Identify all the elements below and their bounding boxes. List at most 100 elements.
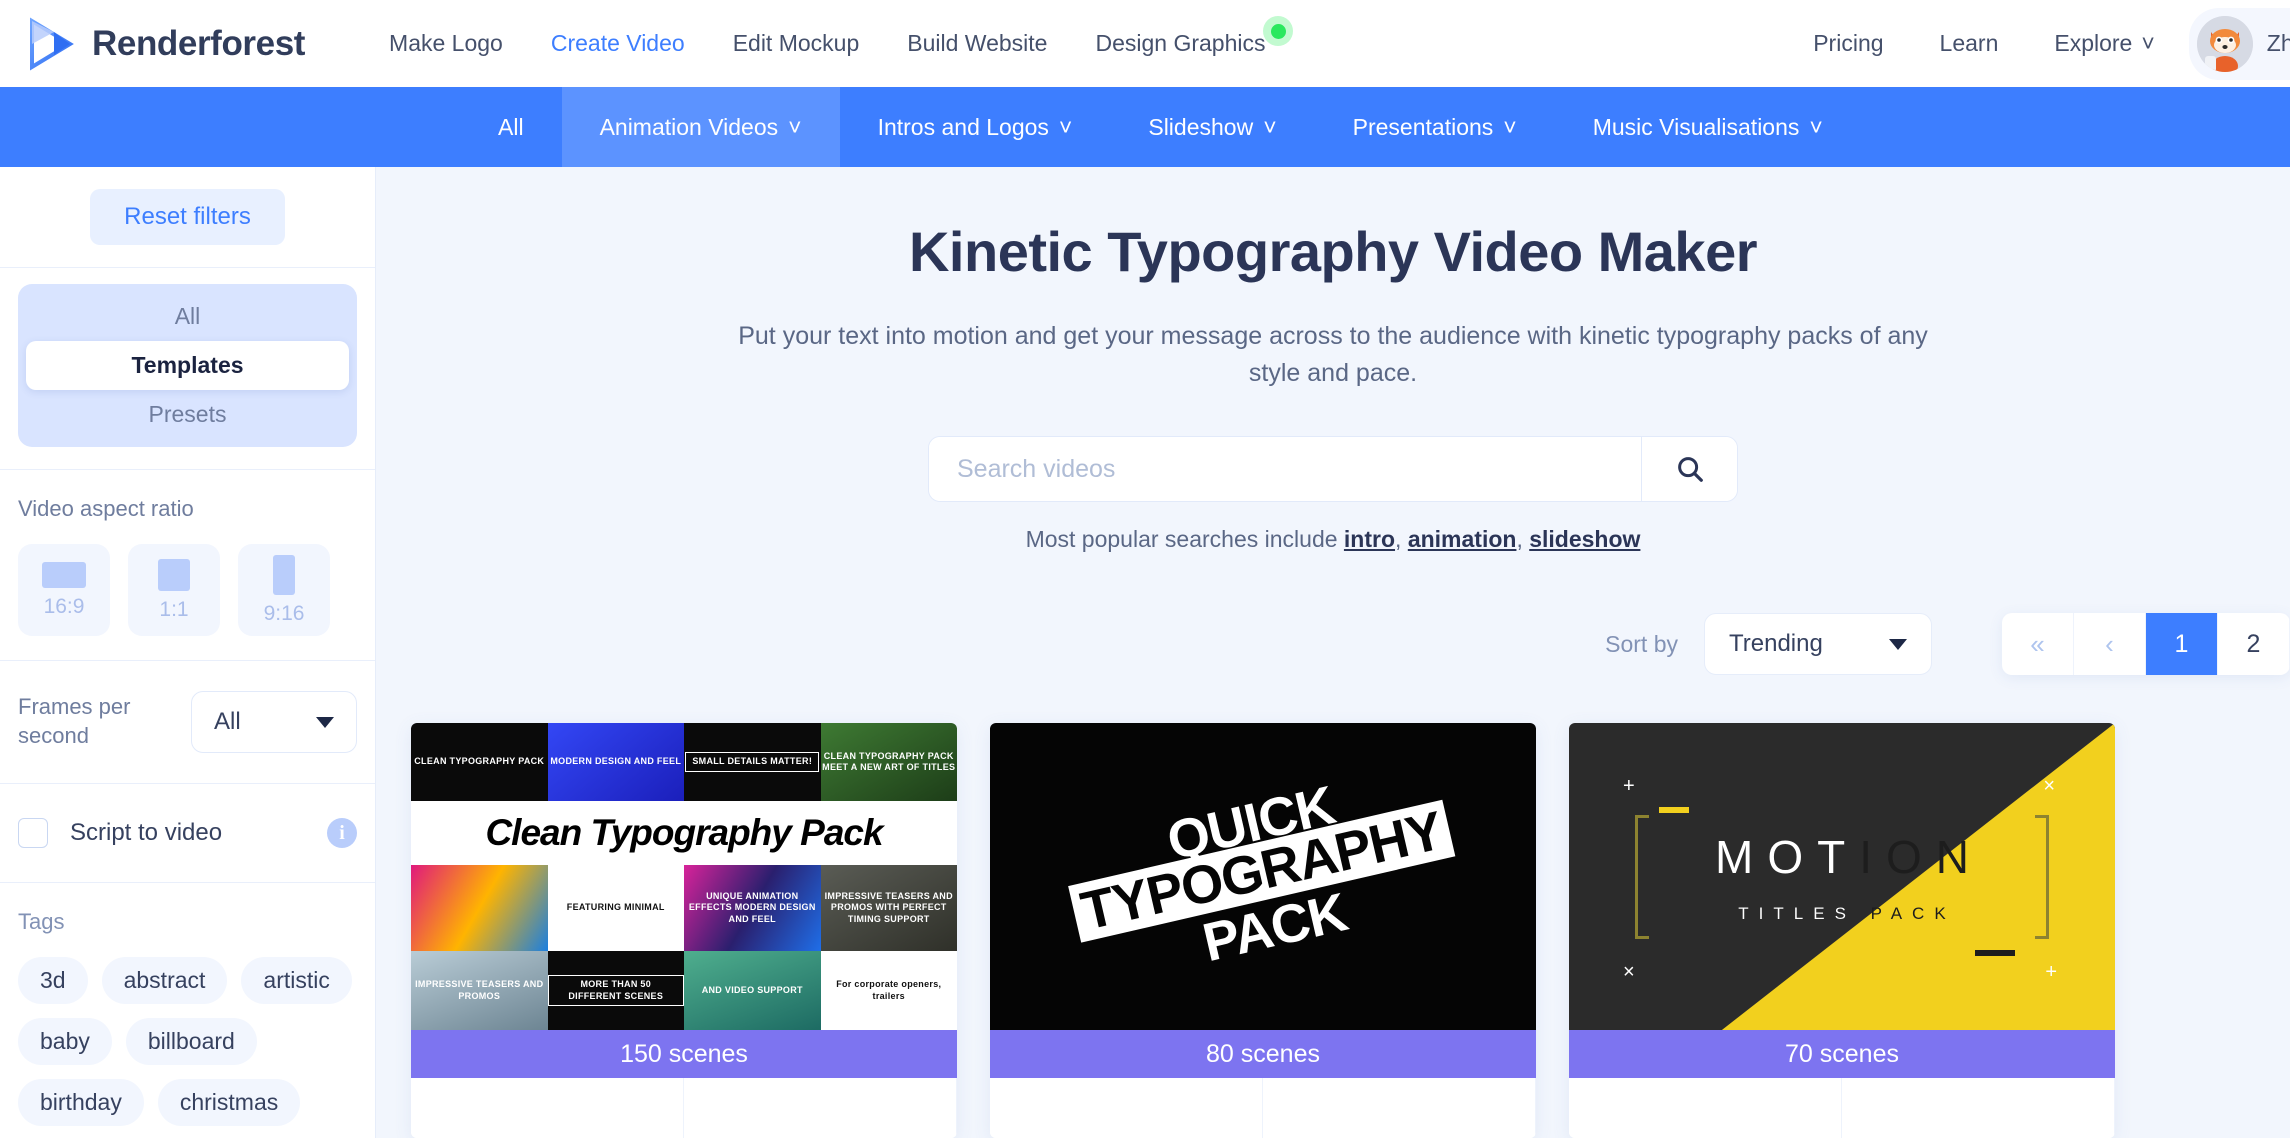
- tag-3d[interactable]: 3d: [18, 957, 88, 1004]
- subnav-all-label: All: [498, 113, 524, 140]
- segment-presets[interactable]: Presets: [26, 390, 349, 439]
- rect-landscape-icon: [42, 561, 86, 588]
- tag-billboard[interactable]: billboard: [125, 1018, 257, 1065]
- info-icon[interactable]: i: [327, 818, 357, 848]
- popular-link-intro[interactable]: intro: [1344, 526, 1395, 552]
- subnav-intros-and-logos-label: Intros and Logos: [877, 113, 1049, 140]
- page-subtitle: Put your text into motion and get your m…: [738, 322, 1928, 387]
- collage-tile-text: AND VIDEO SUPPORT: [701, 984, 803, 995]
- nav-make-logo[interactable]: Make Logo: [365, 30, 527, 57]
- card-footer: [411, 1078, 957, 1138]
- fps-filter: Frames per second All: [0, 661, 375, 783]
- sort-by-value: Trending: [1729, 630, 1823, 657]
- nav-edit-mockup[interactable]: Edit Mockup: [709, 30, 884, 57]
- aspect-ratio-16-9[interactable]: 16:9: [18, 544, 110, 636]
- subnav-presentations-label: Presentations: [1352, 113, 1494, 140]
- subnav-all[interactable]: All: [460, 87, 562, 167]
- collage-tile-text: IMPRESSIVE TEASERS AND PROMOS: [415, 979, 544, 1001]
- account-name: Zhang: [2266, 30, 2290, 56]
- nav-pricing[interactable]: Pricing: [1785, 30, 1911, 57]
- pagination-prev[interactable]: ‹: [2074, 613, 2146, 675]
- aspect-ratio-9-16-label: 9:16: [263, 601, 305, 625]
- main-content: Kinetic Typography Video Maker Put your …: [376, 167, 2290, 1138]
- template-card[interactable]: CLEAN TYPOGRAPHY PACK MODERN DESIGN AND …: [411, 723, 957, 1138]
- nav-design-graphics-label: Design Graphics: [1095, 30, 1266, 56]
- scenes-count-badge: 70 scenes: [1569, 1030, 2115, 1078]
- pagination-page-2[interactable]: 2: [2218, 613, 2290, 675]
- collage-tile-text: IMPRESSIVE TEASERS AND PROMOS WITH PERFE…: [824, 891, 953, 924]
- tag-abstract[interactable]: abstract: [101, 957, 228, 1004]
- collage-title-band: Clean Typography Pack: [411, 801, 957, 865]
- sort-by-select[interactable]: Trending: [1704, 613, 1932, 675]
- motion-sub-text: TITLES PACK: [1728, 904, 1955, 924]
- nav-learn[interactable]: Learn: [1912, 30, 2027, 57]
- popular-link-animation[interactable]: animation: [1408, 526, 1517, 552]
- chevron-down-icon: ˅: [1809, 113, 1823, 140]
- segment-templates[interactable]: Templates: [26, 341, 349, 390]
- card-footer-right: [1263, 1078, 1536, 1138]
- nav-create-video[interactable]: Create Video: [527, 30, 709, 57]
- card-footer-left: [990, 1078, 1263, 1138]
- nav-explore-label: Explore: [2054, 30, 2133, 56]
- top-header: Renderforest Make Logo Create Video Edit…: [0, 0, 2290, 87]
- script-to-video-filter[interactable]: Script to video i: [0, 784, 375, 882]
- popular-prefix: Most popular searches include: [1025, 526, 1344, 552]
- script-to-video-checkbox[interactable]: [18, 818, 48, 848]
- fps-select[interactable]: All: [191, 691, 357, 753]
- popular-link-slideshow[interactable]: slideshow: [1529, 526, 1640, 552]
- avatar: [2196, 15, 2253, 72]
- aspect-ratio-9-16[interactable]: 9:16: [238, 544, 330, 636]
- segment-all[interactable]: All: [26, 292, 349, 341]
- search-button[interactable]: [1641, 437, 1737, 501]
- collage-tile-text: CLEAN TYPOGRAPHY PACK MEET A NEW ART OF …: [822, 750, 956, 772]
- search-area: [376, 436, 2290, 502]
- tag-christmas[interactable]: christmas: [157, 1079, 301, 1126]
- subnav-slideshow-label: Slideshow: [1148, 113, 1254, 140]
- motion-titles-preview: + × × + MOTION TITLES PACK: [1569, 723, 2115, 1030]
- tags-title: Tags: [18, 909, 65, 934]
- scenes-count-badge: 80 scenes: [990, 1030, 1536, 1078]
- template-thumbnail: CLEAN TYPOGRAPHY PACK MODERN DESIGN AND …: [411, 723, 957, 1030]
- template-thumbnail: + × × + MOTION TITLES PACK: [1569, 723, 2115, 1030]
- scenes-count-badge: 150 scenes: [411, 1030, 957, 1078]
- search-input[interactable]: [929, 437, 1641, 501]
- chevron-down-icon: ˅: [1503, 113, 1517, 140]
- main-nav: Make Logo Create Video Edit Mockup Build…: [365, 16, 1294, 57]
- nav-design-graphics[interactable]: Design Graphics: [1071, 16, 1294, 57]
- collage-tile-text: For corporate openers, trailers: [836, 979, 942, 1001]
- category-subnav: All Animation Videos ˅ Intros and Logos …: [0, 73, 2290, 167]
- subnav-intros-and-logos[interactable]: Intros and Logos ˅: [840, 87, 1111, 167]
- subnav-presentations[interactable]: Presentations ˅: [1315, 87, 1555, 167]
- card-footer-right: [1842, 1078, 2115, 1138]
- tag-artistic[interactable]: artistic: [241, 957, 352, 1004]
- logo[interactable]: Renderforest: [24, 16, 305, 71]
- app-root: Renderforest Make Logo Create Video Edit…: [0, 0, 2290, 1138]
- card-footer: [990, 1078, 1536, 1138]
- chevron-down-icon: ˅: [788, 113, 802, 140]
- collage-tile-text: FEATURING MINIMAL: [566, 902, 665, 913]
- reset-filters-button[interactable]: Reset filters: [90, 189, 285, 245]
- fps-label: Frames per second: [18, 694, 131, 748]
- tag-baby[interactable]: baby: [18, 1018, 112, 1065]
- card-footer: [1569, 1078, 2115, 1138]
- caret-down-icon: [1889, 638, 1907, 650]
- sort-by-label: Sort by: [1605, 630, 1678, 657]
- subnav-slideshow[interactable]: Slideshow ˅: [1110, 87, 1314, 167]
- template-card[interactable]: QUICK TYPOGRAPHY PACK 80 scenes: [990, 723, 1536, 1138]
- pagination-page-1[interactable]: 1: [2146, 613, 2218, 675]
- collage-tile-text: CLEAN TYPOGRAPHY PACK: [414, 756, 545, 767]
- aspect-ratio-16-9-label: 16:9: [43, 594, 85, 618]
- template-card[interactable]: + × × + MOTION TITLES PACK 70 scenes: [1569, 723, 2115, 1138]
- renderforest-logo-icon: [24, 16, 78, 71]
- aspect-ratio-1-1[interactable]: 1:1: [128, 544, 220, 636]
- subnav-music-visualisations-label: Music Visualisations: [1592, 113, 1800, 140]
- pagination-first[interactable]: «: [2002, 613, 2074, 675]
- subnav-animation-videos[interactable]: Animation Videos ˅: [561, 73, 840, 167]
- chevron-down-icon: ˅: [1263, 113, 1277, 140]
- subnav-music-visualisations[interactable]: Music Visualisations ˅: [1555, 87, 1861, 167]
- nav-build-website[interactable]: Build Website: [883, 30, 1071, 57]
- nav-explore[interactable]: Explore ˅: [2026, 30, 2182, 57]
- search-box: [928, 436, 1738, 502]
- tag-birthday[interactable]: birthday: [18, 1079, 144, 1126]
- account-menu[interactable]: Zhang: [2188, 7, 2290, 80]
